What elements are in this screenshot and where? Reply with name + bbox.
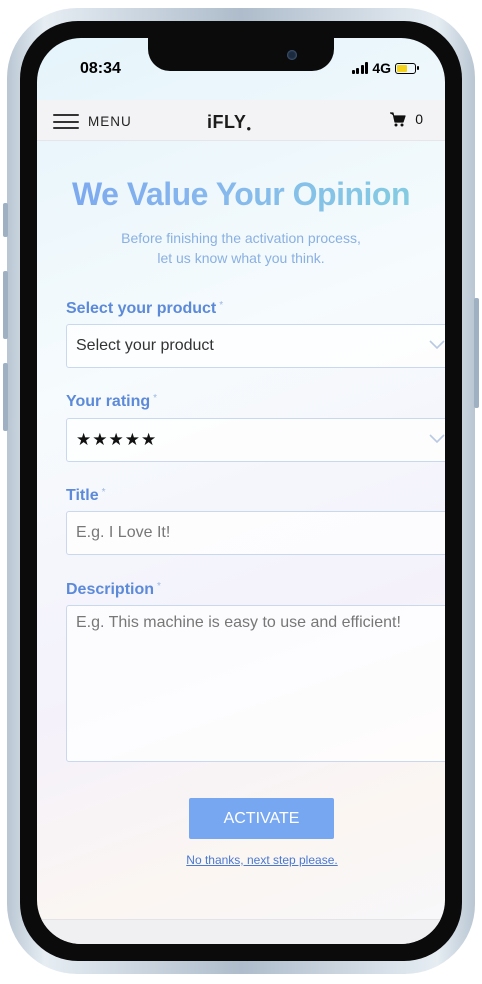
description-textarea[interactable]: E.g. This machine is easy to use and eff…: [66, 605, 445, 762]
required-mark: *: [157, 581, 161, 592]
chevron-down-icon: [429, 434, 445, 444]
phone-frame: 08:34 4G MENU iFLY● 0 We Value Your Opin…: [3, 8, 479, 974]
product-label-text: Select your product: [66, 300, 217, 317]
title-input[interactable]: E.g. I Love It!: [66, 511, 445, 555]
rating-stars: ★★★★★: [76, 430, 158, 449]
description-placeholder: E.g. This machine is easy to use and eff…: [76, 614, 401, 631]
status-indicators: 4G: [351, 60, 419, 76]
skip-link[interactable]: No thanks, next step please.: [37, 853, 445, 867]
subtitle-line-2: let us know what you think.: [157, 250, 325, 266]
chevron-down-icon: [429, 340, 445, 350]
network-label: 4G: [372, 60, 391, 76]
product-select[interactable]: Select your product: [66, 324, 445, 368]
volume-down-button: [3, 363, 8, 431]
menu-button[interactable]: MENU: [53, 114, 132, 129]
required-mark: *: [101, 487, 106, 498]
volume-up-button: [3, 271, 8, 339]
battery-icon: [395, 62, 419, 74]
rating-label: Your rating *: [66, 393, 157, 411]
notch: [148, 38, 334, 71]
page-title: We Value Your Opinion: [37, 176, 445, 213]
title-label-text: Title: [66, 487, 99, 504]
title-label: Title *: [66, 487, 106, 505]
top-nav: MENU iFLY● 0: [37, 100, 445, 141]
phone-bezel: 08:34 4G MENU iFLY● 0 We Value Your Opin…: [20, 21, 462, 961]
power-button: [474, 298, 479, 408]
action-button: [3, 203, 8, 237]
required-mark: *: [219, 300, 224, 311]
rating-label-text: Your rating: [66, 393, 151, 410]
bottom-bar: [37, 919, 445, 944]
logo-text: iFLY: [207, 112, 247, 132]
cart-icon: [390, 111, 406, 126]
product-select-value: Select your product: [76, 337, 214, 354]
logo-dot-icon: ●: [246, 124, 252, 133]
status-time: 08:34: [80, 60, 121, 77]
title-input-placeholder: E.g. I Love It!: [76, 524, 171, 541]
camera-icon: [287, 50, 297, 60]
screen: 08:34 4G MENU iFLY● 0 We Value Your Opin…: [37, 38, 445, 944]
activate-button[interactable]: ACTIVATE: [189, 798, 334, 839]
product-label: Select your product *: [66, 300, 223, 318]
hamburger-icon: [53, 114, 79, 129]
page-subtitle: Before finishing the activation process,…: [37, 228, 445, 268]
cart-button[interactable]: 0: [390, 111, 423, 127]
menu-label: MENU: [88, 114, 132, 129]
description-label: Description *: [66, 581, 161, 599]
brand-logo[interactable]: iFLY●: [207, 112, 252, 133]
rating-select[interactable]: ★★★★★: [66, 418, 445, 462]
signal-icon: [351, 62, 369, 74]
required-mark: *: [153, 393, 158, 404]
description-label-text: Description: [66, 581, 155, 598]
subtitle-line-1: Before finishing the activation process,: [121, 230, 361, 246]
cart-count: 0: [415, 111, 423, 127]
